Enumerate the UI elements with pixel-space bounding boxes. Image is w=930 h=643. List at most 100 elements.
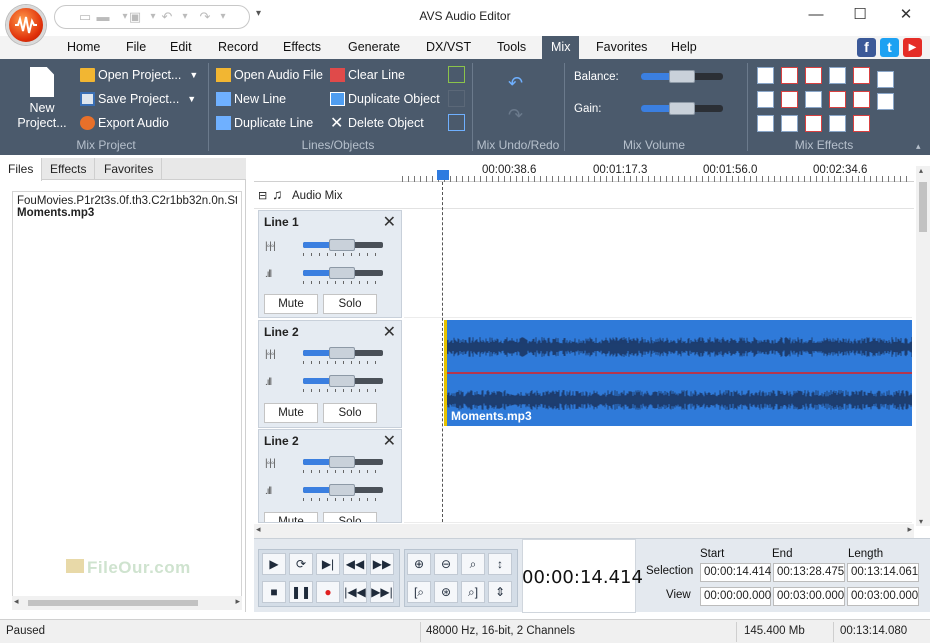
time-ruler[interactable]: 00:00:38.6 00:01:17.3 00:01:56.0 00:02:3… xyxy=(254,158,914,182)
scroll-up-icon[interactable]: ▴ xyxy=(919,166,923,175)
info-icon[interactable] xyxy=(448,114,465,131)
fx-flanger-icon[interactable] xyxy=(829,91,846,108)
tab-edit[interactable]: Edit xyxy=(170,40,192,54)
tab-file[interactable]: File xyxy=(126,40,146,54)
go-to-start-button[interactable]: |◀◀ xyxy=(343,581,367,603)
close-icon[interactable]: ✕ xyxy=(383,322,396,342)
fx-delay-icon[interactable] xyxy=(781,91,798,108)
balance-slider-thumb[interactable] xyxy=(669,70,695,83)
mute-button[interactable]: Mute xyxy=(264,403,318,423)
record-button[interactable]: ● xyxy=(316,581,340,603)
zoom-vertical-out-icon[interactable]: ⇕ xyxy=(488,581,512,603)
zoom-full-icon[interactable]: ⊛ xyxy=(434,581,458,603)
tab-files[interactable]: Files xyxy=(0,158,43,181)
save-project-button[interactable]: Save Project... ▼ xyxy=(80,89,196,109)
youtube-icon[interactable]: ▶ xyxy=(903,38,922,57)
mute-button[interactable]: Mute xyxy=(264,512,318,522)
zoom-to-selection-icon[interactable]: [⌕ xyxy=(407,581,431,603)
mix-undo-icon[interactable]: ↶ xyxy=(508,73,523,94)
fx-echo-icon[interactable] xyxy=(781,115,798,132)
export-audio-button[interactable]: Export Audio xyxy=(80,113,169,133)
file-list[interactable]: FouMovies.P1r2t3s.0f.th3.C2r1bb32n.0n.St… xyxy=(12,191,242,598)
facebook-icon[interactable]: f xyxy=(857,38,876,57)
scroll-thumb[interactable] xyxy=(28,600,198,606)
view-length-field[interactable]: 00:03:00.000 xyxy=(847,587,919,606)
fast-forward-button[interactable]: ▶▶ xyxy=(370,553,394,575)
go-to-end-button[interactable]: ▶▶| xyxy=(370,581,394,603)
horizontal-scrollbar[interactable]: ◂ ▸ xyxy=(254,524,914,538)
edit-icon[interactable] xyxy=(448,66,465,83)
scroll-left-icon[interactable]: ◂ xyxy=(14,596,19,607)
twitter-icon[interactable]: t xyxy=(880,38,899,57)
stop-button[interactable]: ■ xyxy=(262,581,286,603)
list-item[interactable]: FouMovies.P1r2t3s.0f.th3.C2r1bb32n.0n.St… xyxy=(17,195,237,207)
app-logo-icon[interactable] xyxy=(6,5,46,45)
tab-help[interactable]: Help xyxy=(671,40,697,54)
new-line-button[interactable]: New Line xyxy=(216,89,286,109)
fx-amplify-icon[interactable] xyxy=(757,67,774,84)
slider-thumb[interactable] xyxy=(329,267,355,279)
clear-line-button[interactable]: Clear Line xyxy=(330,65,405,85)
close-icon[interactable]: ✕ xyxy=(383,431,396,451)
fx-phaser-icon[interactable] xyxy=(757,115,774,132)
minimize-icon[interactable]: — xyxy=(802,4,830,26)
vertical-scrollbar[interactable]: ▴ ▾ xyxy=(916,166,930,526)
gain-slider-thumb[interactable] xyxy=(669,102,695,115)
scroll-left-icon[interactable]: ◂ xyxy=(256,524,261,535)
zoom-vertical-icon[interactable]: ↕ xyxy=(488,553,512,575)
tab-effects[interactable]: Effects xyxy=(283,40,321,54)
tab-generate[interactable]: Generate xyxy=(348,40,400,54)
close-icon[interactable]: ✕ xyxy=(892,4,920,26)
list-item[interactable]: Moments.mp3 xyxy=(17,207,237,219)
zoom-100-icon[interactable]: ⌕ xyxy=(461,553,485,575)
fx-chorus-icon[interactable] xyxy=(757,91,774,108)
tab-home[interactable]: Home xyxy=(67,40,100,54)
fx-vibrato-icon[interactable] xyxy=(829,115,846,132)
slider-thumb[interactable] xyxy=(329,239,355,251)
zoom-fit-icon[interactable]: ⌕] xyxy=(461,581,485,603)
solo-button[interactable]: Solo xyxy=(323,294,377,314)
solo-button[interactable]: Solo xyxy=(323,403,377,423)
fx-normalize-icon[interactable] xyxy=(853,67,870,84)
rewind-button[interactable]: ◀◀ xyxy=(343,553,367,575)
scroll-thumb[interactable] xyxy=(919,182,927,232)
close-icon[interactable]: ✕ xyxy=(383,212,396,232)
duplicate-line-button[interactable]: Duplicate Line xyxy=(216,113,313,133)
fx-envelope-icon[interactable] xyxy=(805,67,822,84)
tab-favorites-panel[interactable]: Favorites xyxy=(96,158,163,180)
view-end-field[interactable]: 00:03:00.000 xyxy=(773,587,845,606)
ribbon-collapse-icon[interactable]: ▴ xyxy=(916,141,921,152)
fx-fade-icon[interactable] xyxy=(829,67,846,84)
open-project-button[interactable]: Open Project... ▼ xyxy=(80,65,198,85)
mute-button[interactable]: Mute xyxy=(264,294,318,314)
horizontal-scrollbar[interactable]: ◂ ▸ xyxy=(12,596,242,610)
new-project-button[interactable]: New Project... xyxy=(12,67,72,131)
fx-equalizer-icon[interactable] xyxy=(853,91,870,108)
selection-length-field[interactable]: 00:13:14.061 xyxy=(847,563,919,582)
open-audio-file-button[interactable]: Open Audio File xyxy=(216,65,323,85)
fx-tremolo-icon[interactable] xyxy=(805,115,822,132)
play-to-end-button[interactable]: ▶| xyxy=(316,553,340,575)
playhead-marker[interactable] xyxy=(437,170,449,180)
audio-clip[interactable]: Moments.mp3 xyxy=(444,320,912,426)
zoom-in-icon[interactable]: ⊕ xyxy=(407,553,431,575)
scroll-right-icon[interactable]: ▸ xyxy=(235,596,240,607)
fx-pitch-icon[interactable] xyxy=(853,115,870,132)
loop-button[interactable]: ⟳ xyxy=(289,553,313,575)
fx-noise-gate-icon[interactable] xyxy=(877,71,894,88)
line-lane[interactable] xyxy=(404,210,912,318)
tab-tools[interactable]: Tools xyxy=(497,40,526,54)
selection-end-field[interactable]: 00:13:28.475 xyxy=(773,563,845,582)
duplicate-object-button[interactable]: Duplicate Object xyxy=(330,89,440,109)
slider-thumb[interactable] xyxy=(329,375,355,387)
view-start-field[interactable]: 00:00:00.000 xyxy=(700,587,771,606)
fx-compressor-icon[interactable] xyxy=(781,67,798,84)
tab-effects-panel[interactable]: Effects xyxy=(42,158,96,180)
tab-dxvst[interactable]: DX/VST xyxy=(426,40,471,54)
slider-thumb[interactable] xyxy=(329,347,355,359)
collapse-icon[interactable]: ⊟ xyxy=(258,189,267,202)
zoom-out-icon[interactable]: ⊖ xyxy=(434,553,458,575)
delete-object-button[interactable]: ✕ Delete Object xyxy=(330,113,424,133)
play-button[interactable]: ▶ xyxy=(262,553,286,575)
tab-record[interactable]: Record xyxy=(218,40,258,54)
